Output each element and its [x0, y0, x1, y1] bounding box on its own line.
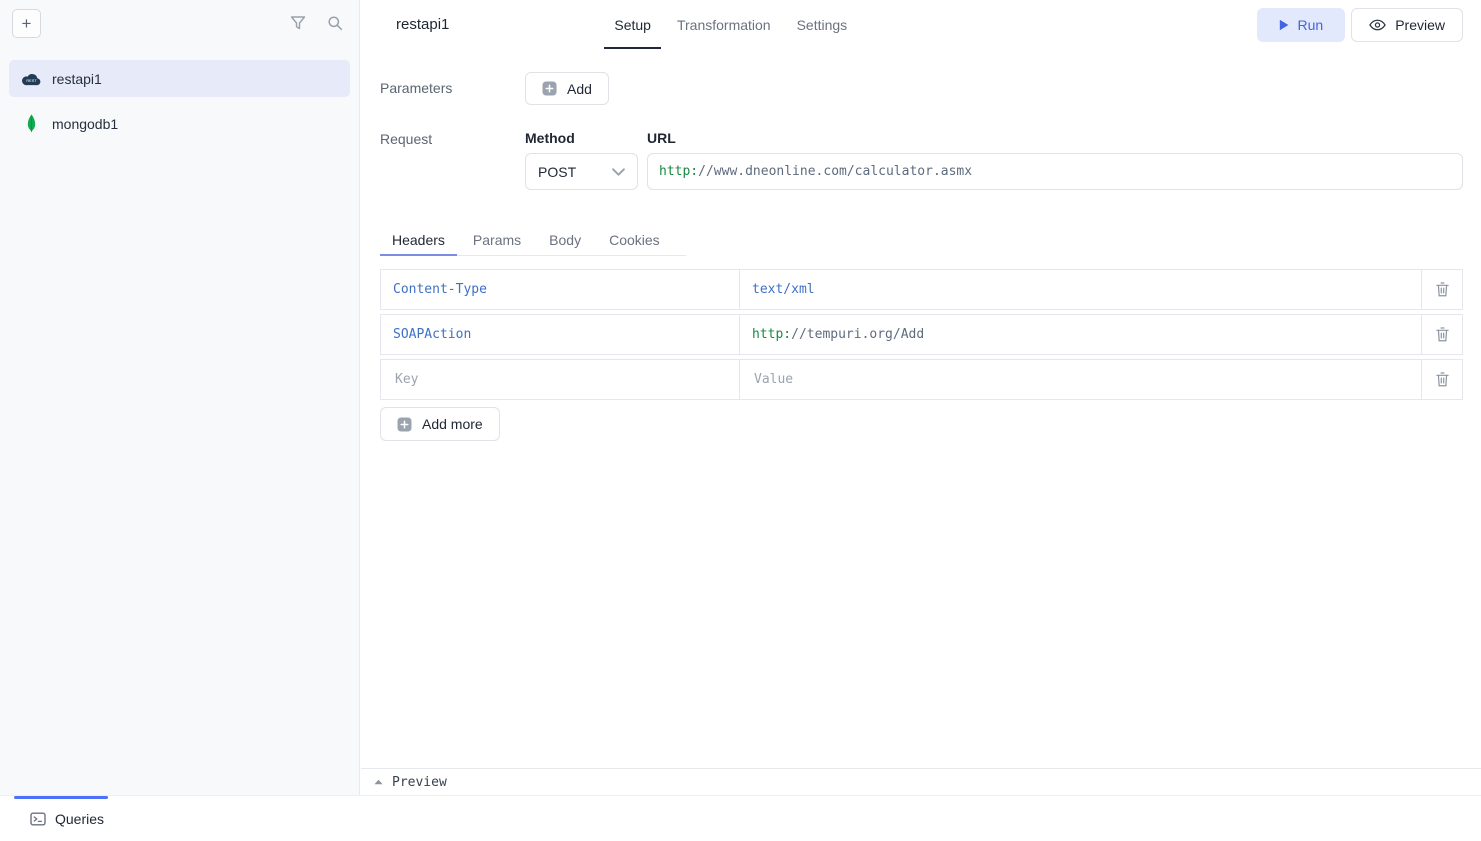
header-value-text: text/xml	[752, 282, 815, 297]
chevron-down-icon	[612, 168, 625, 176]
delete-header-button[interactable]	[1421, 269, 1463, 310]
tab-settings[interactable]: Settings	[787, 0, 858, 49]
url-input[interactable]: http://www.dneonline.com/calculator.asmx	[647, 153, 1463, 190]
trash-icon	[1436, 282, 1449, 297]
page-title: restapi1	[396, 0, 449, 49]
setup-panel: Parameters Add Request Method POST	[361, 49, 1481, 441]
bottom-dock: Queries	[0, 795, 1481, 841]
header-row-2: SOAPAction http://tempuri.org/Add	[380, 314, 1463, 355]
subtab-params[interactable]: Params	[461, 226, 533, 256]
add-parameter-button[interactable]: Add	[525, 72, 609, 105]
request-row: Request Method POST URL http://www.dneon…	[380, 130, 1463, 190]
header-key-text: SOAPAction	[393, 327, 471, 342]
header-key-field[interactable]: Content-Type	[380, 269, 740, 310]
search-icon[interactable]	[327, 15, 343, 31]
query-item-label: restapi1	[52, 71, 102, 87]
play-icon	[1279, 19, 1289, 31]
run-button[interactable]: Run	[1257, 8, 1346, 42]
plus-square-icon	[397, 417, 412, 432]
add-more-wrap: Add more	[380, 407, 1463, 441]
method-column: Method POST	[525, 130, 638, 190]
queries-icon	[30, 811, 46, 827]
add-more-label: Add more	[422, 416, 483, 432]
mongodb-icon	[22, 114, 41, 133]
add-more-button[interactable]: Add more	[380, 407, 500, 441]
collapse-up-icon	[374, 779, 383, 785]
plus-square-icon	[542, 81, 557, 96]
header-actions: Run Preview	[1257, 0, 1463, 49]
query-item-mongodb1[interactable]: mongodb1	[9, 105, 350, 142]
active-dock-tab-indicator	[14, 796, 108, 799]
tab-transformation[interactable]: Transformation	[667, 0, 781, 49]
subtab-cookies[interactable]: Cookies	[597, 226, 672, 256]
query-item-restapi1[interactable]: REST restapi1	[9, 60, 350, 97]
url-rest-text: //www.dneonline.com/calculator.asmx	[698, 164, 972, 179]
queries-dock-label: Queries	[55, 811, 104, 827]
header-value-field[interactable]	[739, 359, 1422, 400]
header-key-input[interactable]	[393, 371, 727, 388]
header-value-field[interactable]: http://tempuri.org/Add	[739, 314, 1422, 355]
header-value-scheme-text: http:	[752, 327, 791, 342]
subtab-headers[interactable]: Headers	[380, 226, 457, 256]
query-list: REST restapi1 mongodb1	[0, 46, 359, 142]
header-key-field[interactable]: SOAPAction	[380, 314, 740, 355]
query-item-label: mongodb1	[52, 116, 118, 132]
header-key-field[interactable]	[380, 359, 740, 400]
preview-toggle-label: Preview	[392, 775, 447, 790]
request-label: Request	[380, 130, 525, 190]
header-row-3	[380, 359, 1463, 400]
header-tabs: Setup Transformation Settings	[601, 0, 860, 49]
request-subtabs: Headers Params Body Cookies	[380, 226, 686, 256]
sidebar-toolbar: +	[0, 0, 359, 46]
method-value: POST	[538, 164, 576, 180]
query-editor: restapi1 Setup Transformation Settings R…	[361, 0, 1481, 795]
header-row-1: Content-Type text/xml	[380, 269, 1463, 310]
trash-icon	[1436, 372, 1449, 387]
add-query-button[interactable]: +	[12, 9, 41, 38]
delete-header-button[interactable]	[1421, 314, 1463, 355]
url-column: URL http://www.dneonline.com/calculator.…	[647, 130, 1463, 190]
header-key-text: Content-Type	[393, 282, 487, 297]
headers-table: Content-Type text/xml SOAPAction	[380, 269, 1463, 441]
method-select[interactable]: POST	[525, 153, 638, 190]
sidebar-toolbar-icons	[290, 15, 343, 31]
url-label: URL	[647, 130, 1463, 146]
eye-icon	[1369, 19, 1386, 31]
method-label: Method	[525, 130, 638, 146]
subtab-body[interactable]: Body	[537, 226, 593, 256]
sidebar: + REST restapi1 mongodb	[0, 0, 360, 795]
header-value-field[interactable]: text/xml	[739, 269, 1422, 310]
filter-icon[interactable]	[290, 15, 306, 31]
rest-api-icon: REST	[22, 72, 41, 86]
url-scheme-text: http:	[659, 164, 698, 179]
trash-icon	[1436, 327, 1449, 342]
delete-header-button[interactable]	[1421, 359, 1463, 400]
parameters-row: Parameters Add	[380, 72, 1463, 105]
tab-setup[interactable]: Setup	[604, 0, 661, 49]
header-value-rest-text: //tempuri.org/Add	[791, 327, 924, 342]
header-value-input[interactable]	[752, 371, 1409, 388]
preview-button-label: Preview	[1395, 17, 1445, 33]
preview-toggle-bar[interactable]: Preview	[361, 768, 1481, 795]
preview-button[interactable]: Preview	[1351, 8, 1463, 42]
run-button-label: Run	[1298, 17, 1324, 33]
query-header: restapi1 Setup Transformation Settings R…	[361, 0, 1481, 49]
svg-text:REST: REST	[26, 78, 37, 82]
add-parameter-label: Add	[567, 81, 592, 97]
parameters-label: Parameters	[380, 72, 525, 105]
queries-dock-tab[interactable]: Queries	[30, 796, 104, 841]
